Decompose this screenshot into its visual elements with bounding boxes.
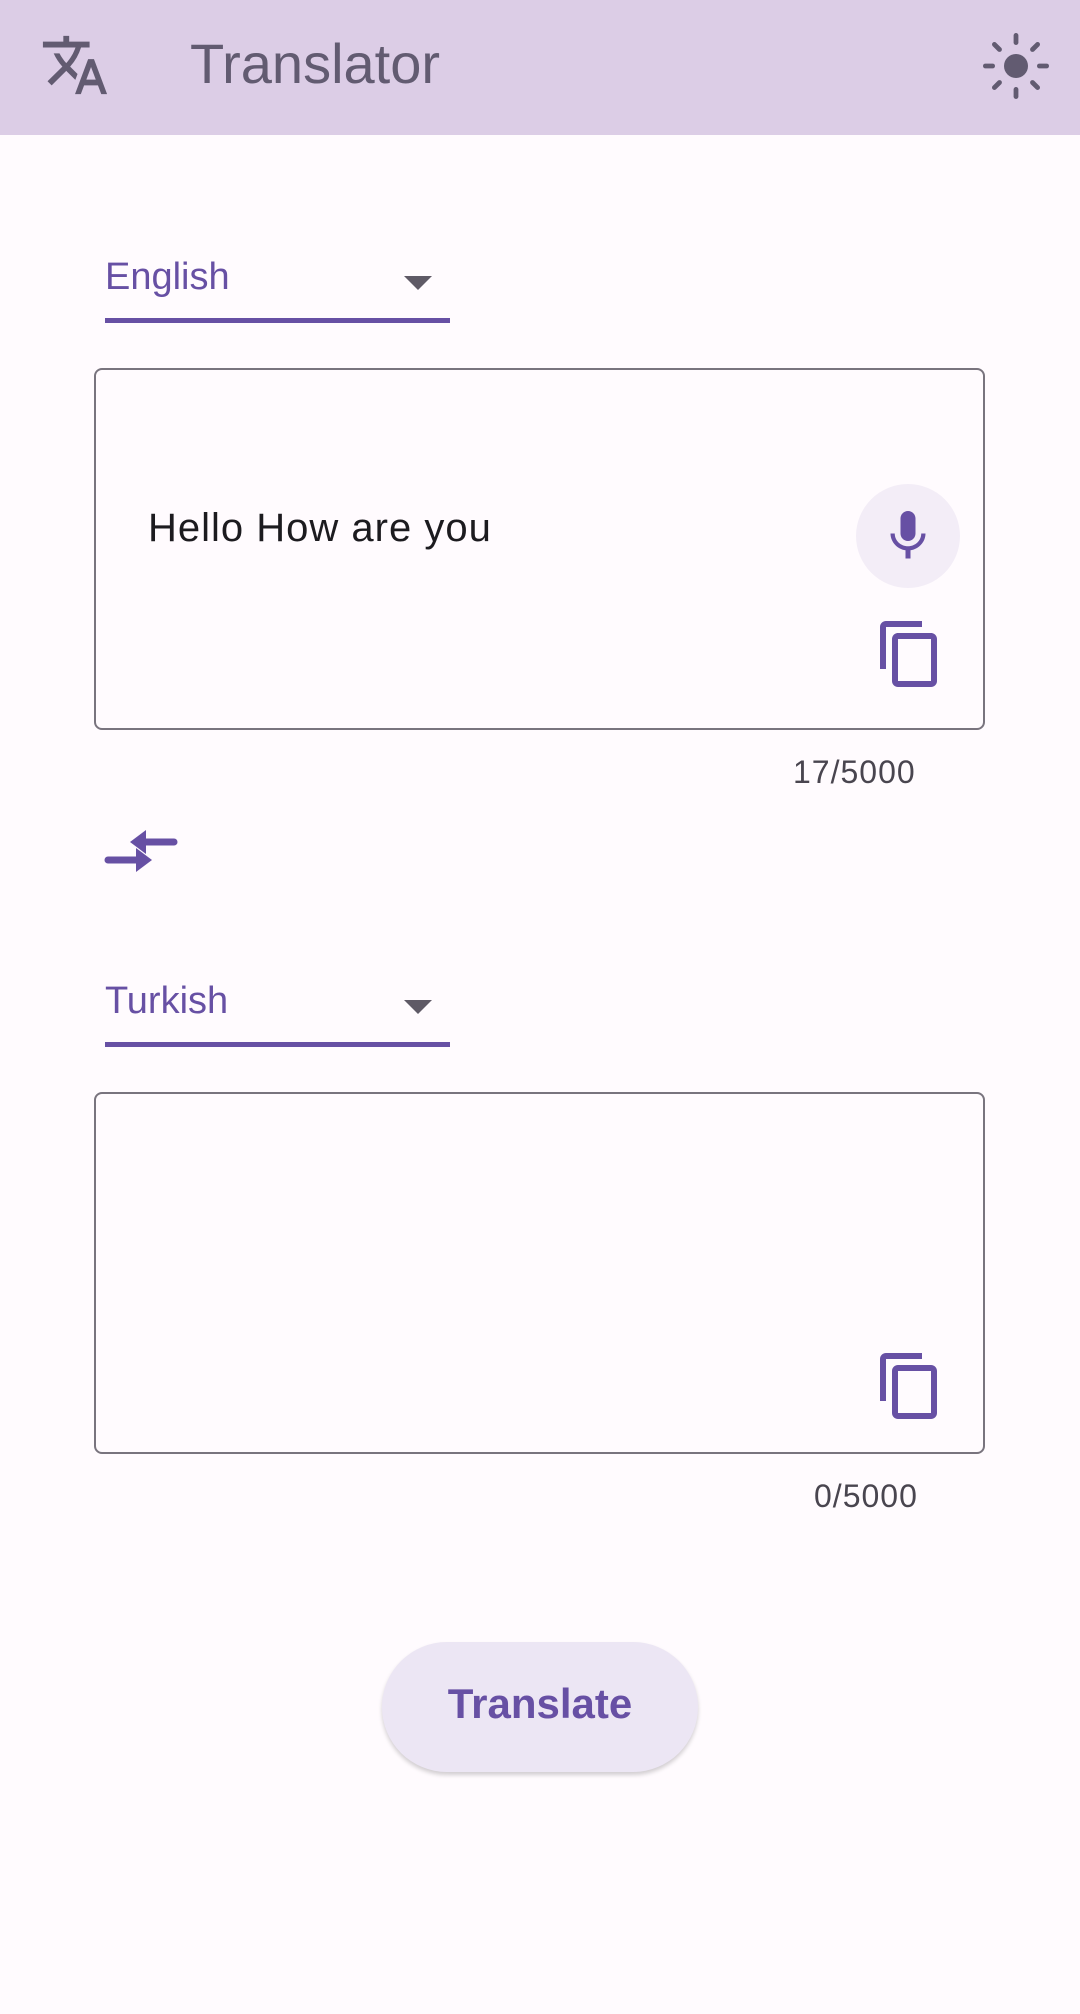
copy-icon <box>880 621 937 687</box>
translate-button[interactable]: Translate <box>382 1642 698 1772</box>
source-copy-button[interactable] <box>874 618 946 690</box>
translate-icon <box>40 30 110 100</box>
swap-languages-icon <box>104 830 178 872</box>
copy-icon <box>880 1353 937 1419</box>
swap-languages-button[interactable] <box>100 816 184 886</box>
mic-icon <box>890 511 926 559</box>
target-language-dropdown[interactable]: Turkish <box>105 972 450 1047</box>
source-text: Hello How are you <box>148 506 492 550</box>
target-copy-button[interactable] <box>874 1350 946 1422</box>
target-char-counter: 0/5000 <box>814 1478 918 1514</box>
app-title: Translator <box>190 32 441 95</box>
mic-button[interactable] <box>856 484 960 588</box>
light-mode-icon[interactable] <box>980 30 1052 102</box>
source-text-field[interactable]: Hello How are you <box>94 368 985 730</box>
chevron-down-icon <box>404 276 432 290</box>
source-language-dropdown[interactable]: English <box>105 248 450 323</box>
target-text-field[interactable] <box>94 1092 985 1454</box>
translate-button-label: Translate <box>447 1680 633 1727</box>
source-language-label: English <box>105 256 230 298</box>
app-bar: Translator <box>0 0 1080 135</box>
source-char-counter: 17/5000 <box>793 754 916 790</box>
chevron-down-icon <box>404 1000 432 1014</box>
target-language-label: Turkish <box>105 980 229 1022</box>
